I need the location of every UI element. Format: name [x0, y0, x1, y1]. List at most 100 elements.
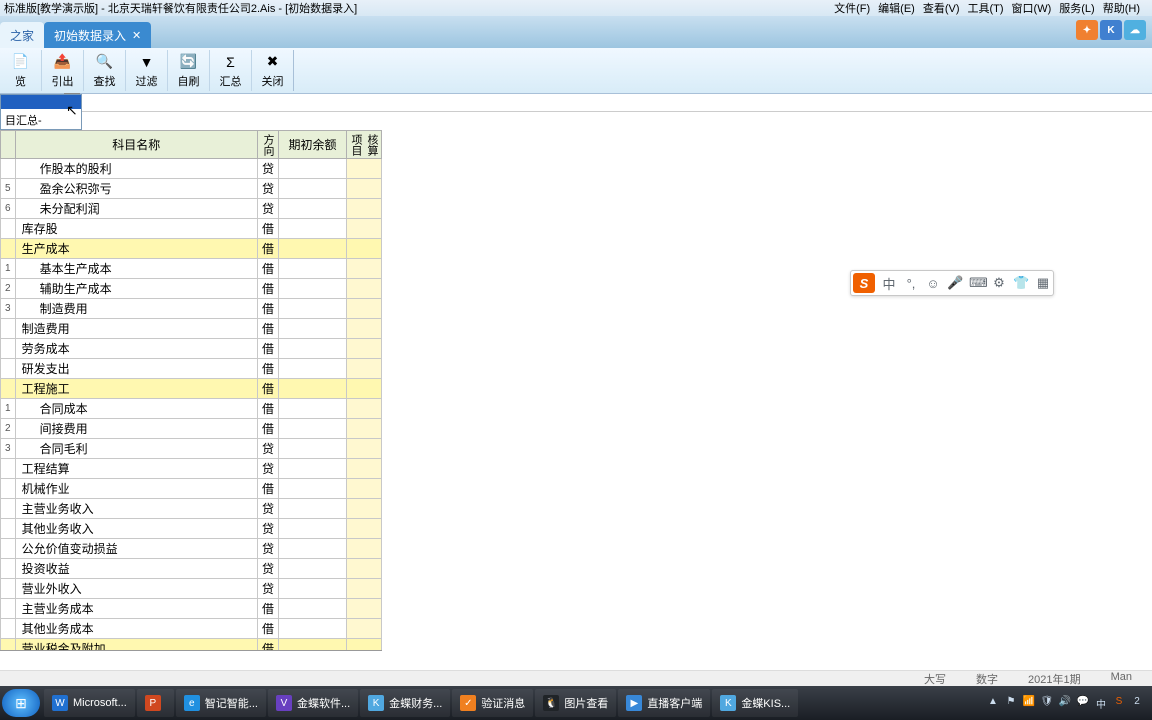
account-name[interactable]: 其他业务成本: [15, 619, 257, 639]
audit-item[interactable]: [347, 539, 382, 559]
account-name[interactable]: 未分配利润: [15, 199, 257, 219]
table-row[interactable]: 3合同毛利贷: [1, 439, 382, 459]
tab-initial-data[interactable]: 初始数据录入 ✕: [44, 22, 151, 48]
ime-mic-icon[interactable]: 🎤: [947, 275, 963, 291]
opening-balance[interactable]: [279, 559, 347, 579]
table-row[interactable]: 库存股借: [1, 219, 382, 239]
opening-balance[interactable]: [279, 359, 347, 379]
tray-vol-icon[interactable]: 🔊: [1058, 696, 1072, 710]
account-name[interactable]: 合同成本: [15, 399, 257, 419]
account-name[interactable]: 工程结算: [15, 459, 257, 479]
audit-item[interactable]: [347, 599, 382, 619]
opening-balance[interactable]: [279, 339, 347, 359]
tray-sogou-icon[interactable]: S: [1112, 696, 1126, 710]
audit-item[interactable]: [347, 339, 382, 359]
account-name[interactable]: 作股本的股利: [15, 159, 257, 179]
account-name[interactable]: 公允价值变动损益: [15, 539, 257, 559]
audit-item[interactable]: [347, 459, 382, 479]
opening-balance[interactable]: [279, 599, 347, 619]
opening-balance[interactable]: [279, 299, 347, 319]
account-name[interactable]: 盈余公积弥亏: [15, 179, 257, 199]
tool-1[interactable]: 📤引出: [42, 50, 84, 91]
tool-0[interactable]: 📄览: [0, 50, 42, 91]
taskbar-item[interactable]: ▶直播客户端: [618, 689, 710, 717]
opening-balance[interactable]: [279, 239, 347, 259]
opening-balance[interactable]: [279, 539, 347, 559]
audit-item[interactable]: [347, 159, 382, 179]
taskbar-item[interactable]: e智记智能...: [176, 689, 266, 717]
opening-balance[interactable]: [279, 499, 347, 519]
account-name[interactable]: 间接费用: [15, 419, 257, 439]
menu-view[interactable]: 查看(V): [923, 0, 960, 16]
audit-item[interactable]: [347, 299, 382, 319]
taskbar-item[interactable]: 🐧图片查看: [535, 689, 616, 717]
account-name[interactable]: 合同毛利: [15, 439, 257, 459]
opening-balance[interactable]: [279, 259, 347, 279]
audit-item[interactable]: [347, 359, 382, 379]
opening-balance[interactable]: [279, 579, 347, 599]
close-icon[interactable]: ✕: [132, 29, 141, 42]
table-row[interactable]: 其他业务成本借: [1, 619, 382, 639]
table-row[interactable]: 作股本的股利贷: [1, 159, 382, 179]
opening-balance[interactable]: [279, 399, 347, 419]
ime-toolbar[interactable]: S 中 °, ☺ 🎤 ⌨ ⚙ 👕 ▦: [850, 270, 1054, 296]
audit-item[interactable]: [347, 319, 382, 339]
table-row[interactable]: 工程结算贷: [1, 459, 382, 479]
table-row[interactable]: 5盈余公积弥亏贷: [1, 179, 382, 199]
opening-balance[interactable]: [279, 519, 347, 539]
account-name[interactable]: 其他业务收入: [15, 519, 257, 539]
dropdown-selected[interactable]: [1, 95, 81, 109]
audit-item[interactable]: [347, 559, 382, 579]
table-row[interactable]: 其他业务收入贷: [1, 519, 382, 539]
account-name[interactable]: 主营业务收入: [15, 499, 257, 519]
opening-balance[interactable]: [279, 419, 347, 439]
tray-shield-icon[interactable]: 🛡: [1040, 696, 1054, 710]
table-row[interactable]: 制造费用借: [1, 319, 382, 339]
menu-help[interactable]: 帮助(H): [1103, 0, 1140, 16]
audit-item[interactable]: [347, 279, 382, 299]
tray-msg-icon[interactable]: 💬: [1076, 696, 1090, 710]
taskbar-item[interactable]: V金蝶软件...: [268, 689, 358, 717]
table-row[interactable]: 劳务成本借: [1, 339, 382, 359]
tool-3[interactable]: ▼过滤: [126, 50, 168, 91]
table-row[interactable]: 6未分配利润贷: [1, 199, 382, 219]
ime-logo-icon[interactable]: S: [853, 273, 875, 293]
account-name[interactable]: 研发支出: [15, 359, 257, 379]
table-row[interactable]: 机械作业借: [1, 479, 382, 499]
account-name[interactable]: 营业税金及附加: [15, 639, 257, 651]
account-name[interactable]: 投资收益: [15, 559, 257, 579]
col-name[interactable]: 科目名称: [15, 131, 257, 159]
ime-grid-icon[interactable]: ▦: [1035, 275, 1051, 291]
tray-up-icon[interactable]: ▲: [986, 696, 1000, 710]
tray-ime-icon[interactable]: 中: [1094, 696, 1108, 710]
ime-lang[interactable]: 中: [881, 274, 897, 293]
audit-item[interactable]: [347, 219, 382, 239]
opening-balance[interactable]: [279, 459, 347, 479]
tool-6[interactable]: ✖关闭: [252, 50, 294, 91]
menu-service[interactable]: 服务(L): [1059, 0, 1094, 16]
account-name[interactable]: 生产成本: [15, 239, 257, 259]
table-row[interactable]: 2间接费用借: [1, 419, 382, 439]
tray-time[interactable]: 2: [1130, 696, 1144, 710]
audit-item[interactable]: [347, 419, 382, 439]
table-row[interactable]: 工程施工借: [1, 379, 382, 399]
ime-emoji-icon[interactable]: ☺: [925, 276, 941, 291]
account-name[interactable]: 制造费用: [15, 299, 257, 319]
account-name[interactable]: 基本生产成本: [15, 259, 257, 279]
audit-item[interactable]: [347, 379, 382, 399]
opening-balance[interactable]: [279, 479, 347, 499]
audit-item[interactable]: [347, 259, 382, 279]
audit-item[interactable]: [347, 239, 382, 259]
ime-skin-icon[interactable]: 👕: [1013, 275, 1029, 291]
col-direction[interactable]: 方向: [257, 131, 278, 159]
taskbar-item[interactable]: ✓验证消息: [452, 689, 533, 717]
table-row[interactable]: 生产成本借: [1, 239, 382, 259]
tray-flag-icon[interactable]: ⚑: [1004, 696, 1018, 710]
audit-item[interactable]: [347, 199, 382, 219]
tool-4[interactable]: 🔄自刷: [168, 50, 210, 91]
taskbar-item[interactable]: K金蝶KIS...: [712, 689, 798, 717]
audit-item[interactable]: [347, 399, 382, 419]
audit-item[interactable]: [347, 519, 382, 539]
menu-file[interactable]: 文件(F): [834, 0, 870, 16]
dropdown-opt-sum[interactable]: 目汇总-: [1, 111, 81, 129]
